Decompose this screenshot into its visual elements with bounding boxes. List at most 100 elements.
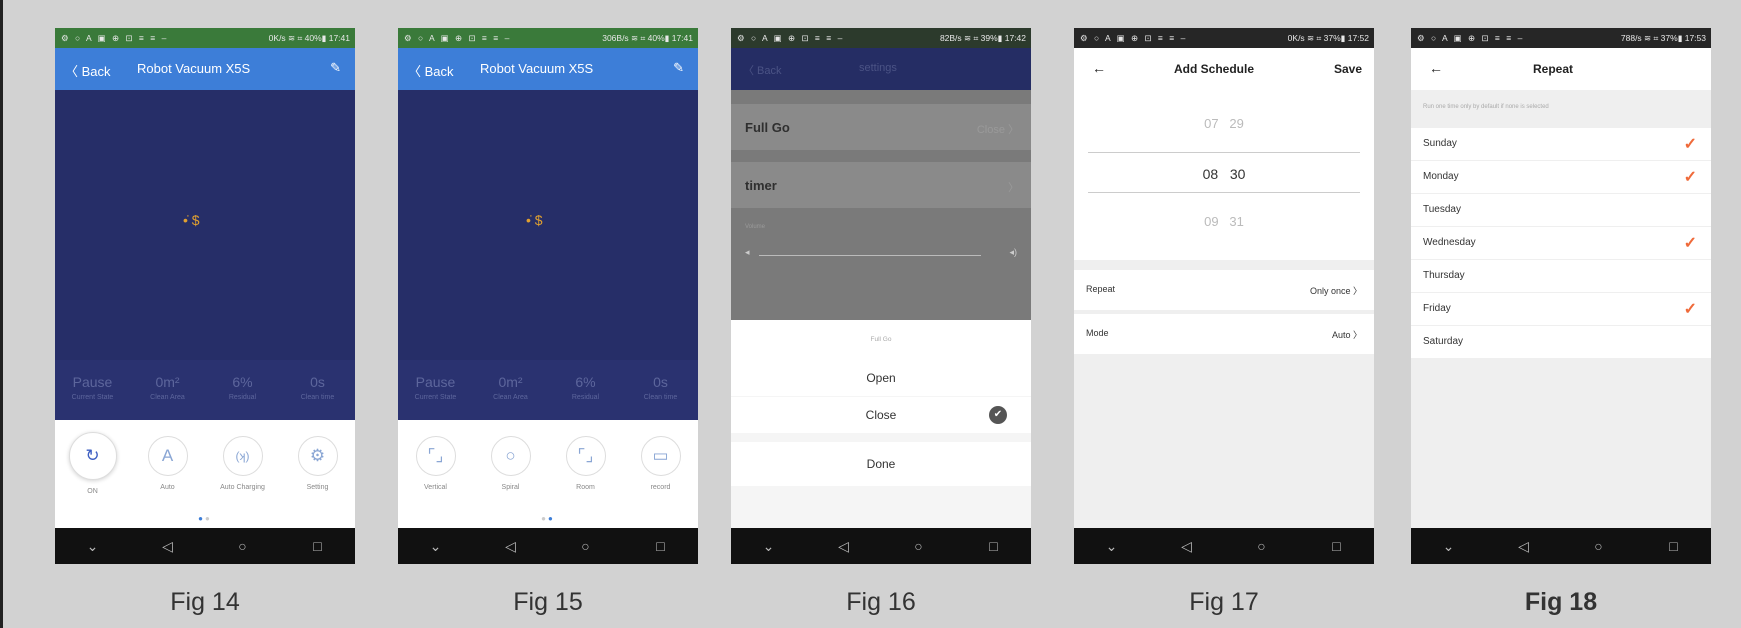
picker-line-bottom (1088, 192, 1360, 193)
day-row-thursday[interactable]: Thursday (1411, 260, 1711, 292)
charging-icon: (ʞ) (222, 436, 263, 476)
home-icon[interactable]: ○ (1579, 538, 1619, 554)
back-arrow-icon[interactable]: ← (1092, 60, 1106, 76)
fig17-caption: Fig 17 (1189, 588, 1259, 616)
recent-icon[interactable]: □ (298, 538, 338, 554)
fig18-phone: ⚙ ○ A ▣ ⊕ ⊡ ≡ ≡ – 788/s ≋ ⌗ 37%▮ 17:53 ←… (1411, 28, 1711, 564)
control-panel: ↻ ON A Auto (ʞ) Auto Charging ⚙ Setting ●● (55, 420, 355, 528)
back-button[interactable]: 〈 Back (408, 61, 454, 80)
back-icon[interactable]: ◁ (148, 538, 188, 555)
header-bar: ← Add Schedule Save (1074, 48, 1374, 90)
status-bar: ⚙ ○ A ▣ ⊕ ⊡ ≡ ≡ – 82B/s ≋ ⌗ 39%▮ 17:42 (731, 28, 1031, 48)
fig15-caption: Fig 15 (513, 588, 583, 616)
stat-time: 0s Clean time (643, 374, 678, 401)
day-row-friday[interactable]: Friday ✓ (1411, 293, 1711, 325)
full-go-value: Close 〉 (976, 124, 1019, 136)
home-icon[interactable]: ○ (223, 538, 263, 554)
status-bar: ⚙ ○ A ▣ ⊕ ⊡ ≡ ≡ – 788/s ≋ ⌗ 37%▮ 17:53 (1411, 28, 1711, 48)
stat-state: Pause Current State (414, 374, 457, 401)
status-icons: ⚙ ○ A ▣ ⊕ ⊡ ≡ ≡ – (737, 33, 845, 43)
chevron-down-icon[interactable]: ⌄ (749, 538, 789, 555)
volume-high-icon: ◂) (1009, 247, 1017, 257)
chevron-down-icon[interactable]: ⌄ (1092, 538, 1132, 555)
save-button[interactable]: Save (1334, 62, 1362, 76)
day-row-saturday[interactable]: Saturday (1411, 326, 1711, 358)
recent-icon[interactable]: □ (1654, 538, 1694, 554)
recent-icon[interactable]: □ (974, 538, 1014, 554)
chevron-down-icon[interactable]: ⌄ (73, 538, 113, 555)
stat-residual: 6% Residual (571, 374, 600, 401)
spiral-icon: ○ (490, 436, 531, 476)
volume-low-icon: ◂ (745, 247, 750, 257)
mode-label: Mode (1086, 328, 1109, 338)
calendar-icon: ▭ (640, 436, 681, 476)
status-bar: ⚙ ○ A ▣ ⊕ ⊡ ≡ ≡ – 306B/s ≋ ⌗ 40%▮ 17:41 (398, 28, 698, 48)
vertical-icon: ⌜⌟ (415, 436, 456, 476)
vertical-button[interactable]: ⌜⌟ Vertical (398, 436, 473, 491)
home-icon[interactable]: ○ (566, 538, 606, 554)
open-option[interactable]: Open (731, 360, 1031, 396)
spiral-button[interactable]: ○ Spiral (473, 436, 548, 491)
time-picker[interactable]: 07 29 08 30 09 31 (1074, 90, 1374, 260)
day-row-monday[interactable]: Monday ✓ (1411, 161, 1711, 193)
auto-button[interactable]: A Auto (130, 436, 205, 491)
robot-icon: •̇ $ (183, 212, 200, 228)
day-label: Saturday (1423, 336, 1464, 347)
status-right: 82B/s ≋ ⌗ 39%▮ 17:42 (939, 33, 1026, 43)
stat-residual: 6% Residual (228, 374, 257, 401)
page-title: Add Schedule (1174, 62, 1255, 76)
timer-row[interactable]: timer 〉 (731, 162, 1031, 208)
mode-row[interactable]: Mode Auto 〉 (1074, 314, 1374, 354)
volume-slider[interactable]: ◂ ◂) (745, 247, 1017, 262)
status-right: 788/s ≋ ⌗ 37%▮ 17:53 (1620, 33, 1706, 43)
setting-button[interactable]: ⚙ Setting (280, 436, 355, 491)
edit-icon[interactable]: ✎ (673, 60, 684, 76)
auto-icon: A (147, 436, 188, 476)
fig17-phone: ⚙ ○ A ▣ ⊕ ⊡ ≡ ≡ – 0K/s ≋ ⌗ 37%▮ 17:52 ← … (1074, 28, 1374, 564)
day-label: Monday (1423, 171, 1459, 182)
selected-check-icon: ✔ (989, 406, 1007, 424)
home-icon[interactable]: ○ (1242, 538, 1282, 554)
close-option[interactable]: Close ✔ (731, 397, 1031, 433)
done-button[interactable]: Done (731, 442, 1031, 486)
back-icon[interactable]: ◁ (1167, 538, 1207, 555)
back-icon[interactable]: ◁ (1504, 538, 1544, 555)
on-button[interactable]: ↻ ON (55, 432, 130, 495)
full-go-label: Full Go (745, 120, 790, 135)
back-icon[interactable]: ◁ (824, 538, 864, 555)
repeat-row[interactable]: Repeat Only once 〉 (1074, 270, 1374, 310)
record-button[interactable]: ▭ record (623, 436, 698, 491)
back-button[interactable]: 〈 Back (743, 62, 782, 78)
timer-chevron: 〉 (1008, 182, 1019, 194)
stat-area: 0m² Clean Area (150, 374, 185, 401)
map-area: •̇ $ (55, 90, 355, 360)
edit-icon[interactable]: ✎ (330, 60, 341, 76)
picker-row-next: 09 31 (1204, 214, 1244, 229)
android-nav-bar: ⌄ ◁ ○ □ (398, 528, 698, 564)
chevron-down-icon[interactable]: ⌄ (416, 538, 456, 555)
home-icon[interactable]: ○ (899, 538, 939, 554)
back-icon[interactable]: ◁ (491, 538, 531, 555)
day-label: Friday (1423, 303, 1451, 314)
minute-value: 30 (1229, 166, 1246, 182)
day-row-tuesday[interactable]: Tuesday (1411, 194, 1711, 226)
back-button[interactable]: 〈 Back (65, 61, 111, 80)
full-go-row[interactable]: Full Go Close 〉 (731, 104, 1031, 150)
repeat-value: Only once 〉 (1309, 286, 1362, 296)
room-button[interactable]: ⌜⌟ Room (548, 436, 623, 491)
sheet-title: Full Go (731, 320, 1031, 360)
day-row-wednesday[interactable]: Wednesday ✓ (1411, 227, 1711, 259)
recent-icon[interactable]: □ (641, 538, 681, 554)
check-icon: ✓ (1683, 169, 1697, 186)
day-row-sunday[interactable]: Sunday ✓ (1411, 128, 1711, 160)
mode-value: Auto 〉 (1331, 330, 1362, 340)
room-icon: ⌜⌟ (565, 436, 606, 476)
recent-icon[interactable]: □ (1317, 538, 1357, 554)
repeat-label: Repeat (1086, 284, 1116, 294)
auto-charging-button[interactable]: (ʞ) Auto Charging (205, 436, 280, 491)
check-icon: ✓ (1683, 136, 1697, 153)
page-dots: ●● (198, 514, 212, 523)
chevron-down-icon[interactable]: ⌄ (1429, 538, 1469, 555)
android-nav-bar: ⌄ ◁ ○ □ (1411, 528, 1711, 564)
back-arrow-icon[interactable]: ← (1429, 60, 1443, 76)
